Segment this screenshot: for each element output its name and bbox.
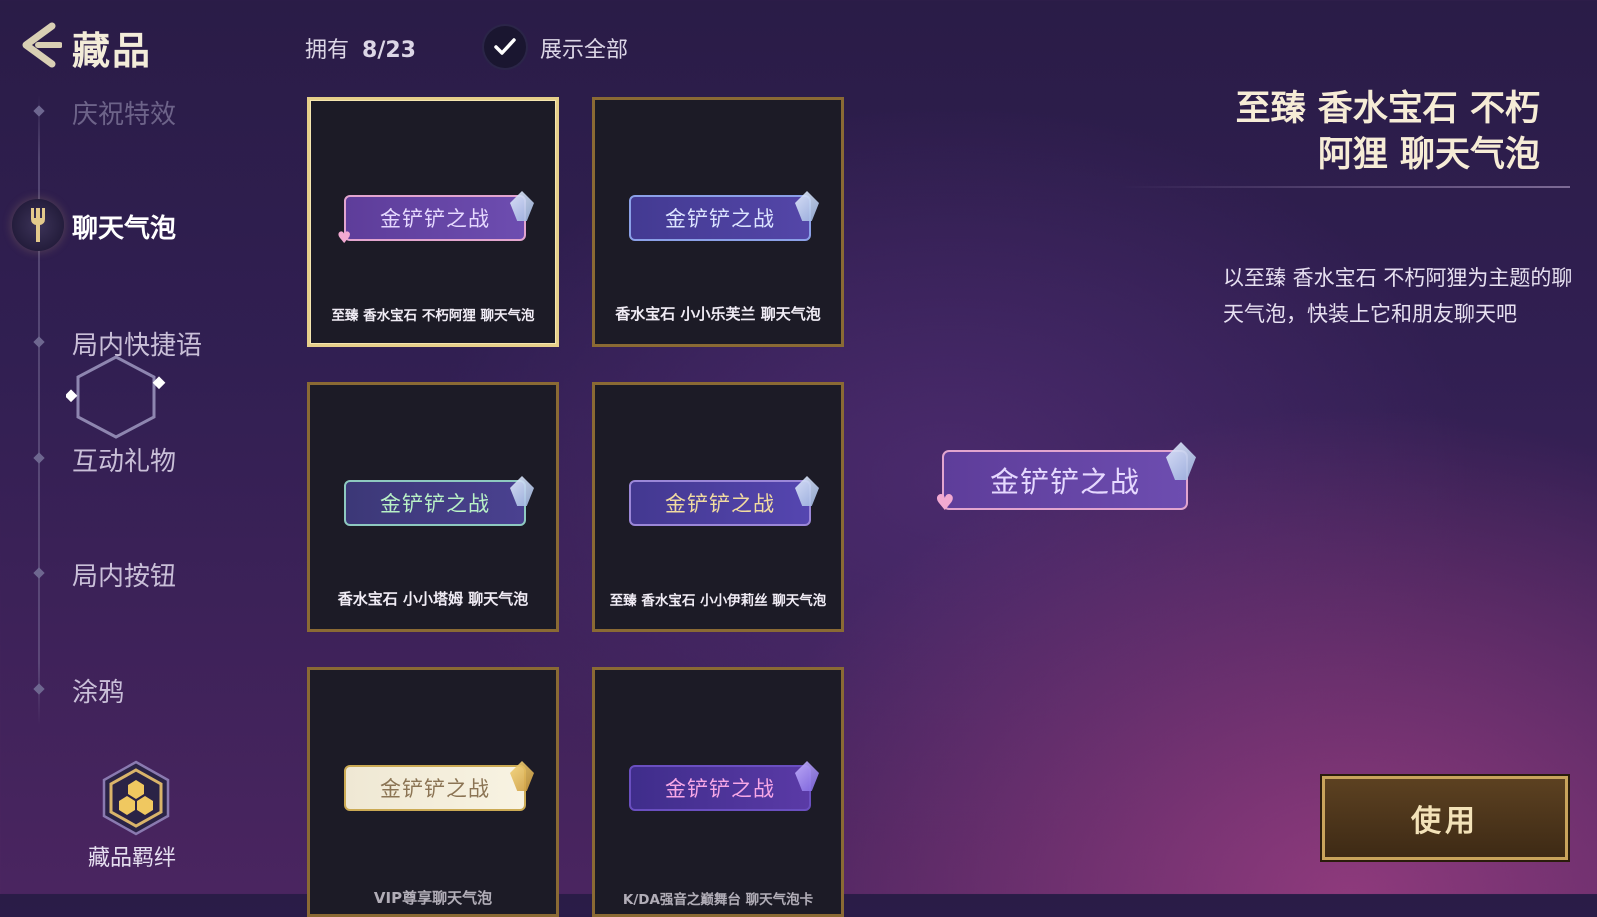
chat-bubble-card[interactable]: 金铲铲之战 ♥ 至臻 香水宝石 不朽阿狸 聊天气泡 (307, 97, 559, 347)
bubble-text: 金铲铲之战 (665, 207, 775, 231)
heart-icon: ♥ (337, 228, 353, 247)
bubble-text: 金铲铲之战 (380, 207, 490, 231)
collection-bond-icon[interactable] (100, 760, 172, 836)
chat-bubble-preview: 金铲铲之战 (344, 761, 534, 811)
chat-bubble-card[interactable]: 金铲铲之战 香水宝石 小小塔姆 聊天气泡 (307, 382, 559, 632)
nav-item-graffiti[interactable]: 涂鸦 (72, 672, 124, 709)
large-chat-bubble-preview: 金铲铲之战 ♥ (935, 442, 1196, 516)
card-name: 至臻 香水宝石 小小伊莉丝 聊天气泡 (609, 593, 827, 609)
chat-bubble-preview: 金铲铲之战 (629, 191, 819, 241)
nav-dot (33, 683, 45, 695)
show-all-checkbox[interactable] (484, 26, 526, 68)
nav-dot (33, 567, 45, 579)
sparkle-icon (795, 761, 819, 791)
nav-active-indicator (12, 199, 64, 251)
nav-dot (33, 336, 45, 348)
crystal-icon (510, 761, 534, 791)
spatula-icon (31, 208, 45, 242)
card-name: 至臻 香水宝石 不朽阿狸 聊天气泡 (331, 308, 535, 324)
heart-icon: ♥ (935, 491, 956, 516)
crystal-icon (510, 191, 534, 221)
card-name: VIP尊享聊天气泡 (373, 889, 493, 907)
show-all-label[interactable]: 展示全部 (540, 32, 628, 64)
checkmark-icon (494, 38, 516, 55)
crystal-icon (795, 476, 819, 506)
chat-bubble-preview: 金铲铲之战 (629, 476, 819, 526)
chat-bubble-card[interactable]: 金铲铲之战 香水宝石 小小乐芙兰 聊天气泡 (592, 97, 844, 347)
detail-description: 以至臻 香水宝石 不朽阿狸为主题的聊天气泡，快装上它和朋友聊天吧 (1223, 266, 1573, 326)
nav-timeline (38, 95, 40, 725)
card-name: K/DA强音之巅舞台 聊天气泡卡 (622, 892, 814, 908)
owned-counter: 拥有 8/23 (305, 32, 416, 64)
nav-item-ingame-buttons[interactable]: 局内按钮 (72, 556, 176, 593)
back-arrow-icon[interactable] (18, 22, 62, 68)
crystal-icon (795, 191, 819, 221)
card-name: 香水宝石 小小塔姆 聊天气泡 (337, 590, 529, 608)
hexagon-decoration-icon (66, 355, 166, 439)
nav-item-chat-bubbles[interactable]: 聊天气泡 (72, 208, 176, 245)
collection-bond-label[interactable]: 藏品羁绊 (88, 840, 176, 872)
owned-count: 8/23 (362, 38, 416, 63)
chat-bubble-preview: 金铲铲之战 ♥ (337, 191, 534, 247)
chat-bubble-preview: 金铲铲之战 (344, 476, 534, 526)
nav-item-celebration-effects[interactable]: 庆祝特效 (72, 94, 176, 131)
crystal-icon (510, 476, 534, 506)
detail-title-line2: 阿狸 聊天气泡 (1317, 135, 1540, 175)
preview-bubble-text: 金铲铲之战 (989, 465, 1140, 499)
bubble-text: 金铲铲之战 (380, 492, 490, 516)
detail-divider (1120, 186, 1570, 188)
page-title: 藏品 (72, 29, 153, 73)
crystal-icon (1166, 442, 1196, 480)
nav-dot (33, 105, 45, 117)
card-name: 香水宝石 小小乐芙兰 聊天气泡 (615, 305, 821, 323)
bubble-text: 金铲铲之战 (665, 777, 775, 801)
nav-dot (33, 452, 45, 464)
chat-bubble-card[interactable]: 金铲铲之战 VIP尊享聊天气泡 (307, 667, 559, 917)
bubble-text: 金铲铲之战 (665, 492, 775, 516)
nav-item-interactive-gifts[interactable]: 互动礼物 (72, 441, 176, 478)
bubble-text: 金铲铲之战 (380, 777, 490, 801)
chat-bubble-card[interactable]: 金铲铲之战 至臻 香水宝石 小小伊莉丝 聊天气泡 (592, 382, 844, 632)
chat-bubble-card[interactable]: 金铲铲之战 K/DA强音之巅舞台 聊天气泡卡 (592, 667, 844, 917)
use-button[interactable]: 使用 (1322, 776, 1568, 860)
detail-title-line1: 至臻 香水宝石 不朽 (1235, 89, 1540, 129)
chat-bubble-preview: 金铲铲之战 (629, 761, 819, 811)
owned-label: 拥有 (305, 38, 350, 63)
